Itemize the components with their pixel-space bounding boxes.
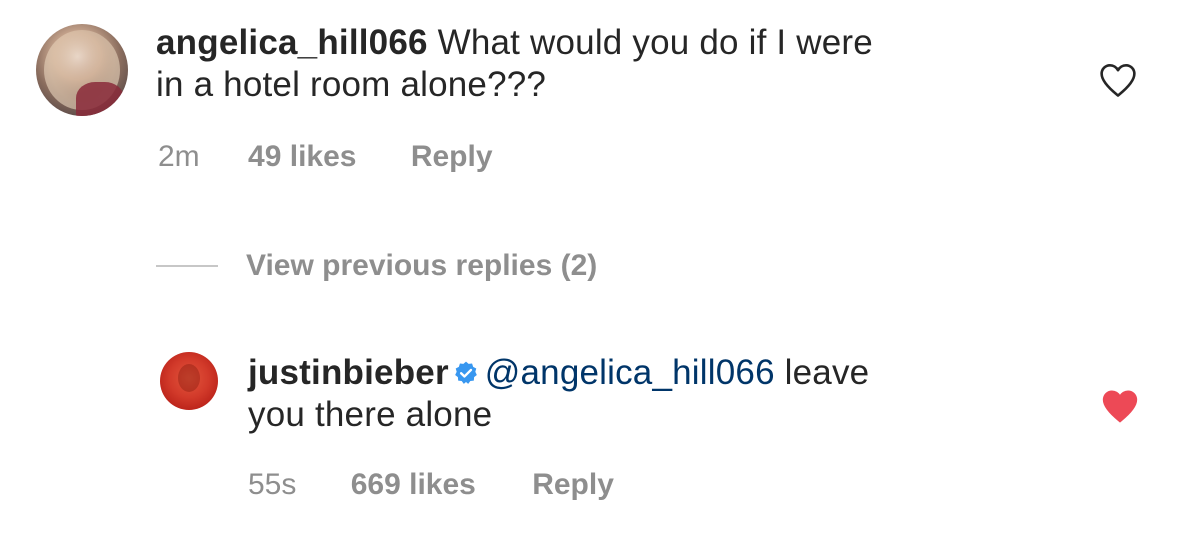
- reply-username[interactable]: justinbieber: [248, 353, 449, 392]
- verified-badge-icon: [454, 361, 477, 384]
- avatar-face: [178, 364, 200, 392]
- reply-button[interactable]: Reply: [411, 140, 493, 173]
- comment-meta: 2m 49 likes Reply: [158, 140, 493, 174]
- reply-body: justinbieber @angelica_hill066 leave you…: [248, 352, 1068, 436]
- mention-link[interactable]: @angelica_hill066: [485, 353, 775, 392]
- reply-text: leave: [774, 353, 870, 392]
- comment-likes-count[interactable]: 49 likes: [248, 140, 356, 173]
- replies-divider-line: [156, 265, 218, 267]
- view-previous-replies-button[interactable]: View previous replies (2): [156, 244, 597, 288]
- heart-outline-icon[interactable]: [1098, 62, 1138, 98]
- reply-text-line-2: you there alone: [248, 395, 493, 434]
- heart-filled-icon[interactable]: [1100, 388, 1140, 424]
- comment-text: What would you do if I were: [427, 23, 873, 62]
- reply-likes-count[interactable]: 669 likes: [351, 468, 476, 501]
- avatar[interactable]: [36, 24, 128, 116]
- reply-button[interactable]: Reply: [532, 468, 614, 501]
- avatar[interactable]: [160, 352, 218, 410]
- comment-text-line-2: in a hotel room alone???: [156, 65, 547, 104]
- reply-line-1: justinbieber @angelica_hill066 leave: [248, 352, 1068, 394]
- reply-meta: 55s 669 likes Reply: [248, 468, 614, 502]
- view-previous-replies-label: View previous replies (2): [246, 249, 598, 282]
- comment-timestamp: 2m: [158, 140, 200, 173]
- comment-username[interactable]: angelica_hill066: [156, 23, 428, 62]
- comment-body: angelica_hill066 What would you do if I …: [156, 22, 1056, 106]
- reply-timestamp: 55s: [248, 468, 297, 501]
- avatar-shirt: [76, 82, 124, 116]
- comment-line-1: angelica_hill066 What would you do if I …: [156, 22, 1056, 64]
